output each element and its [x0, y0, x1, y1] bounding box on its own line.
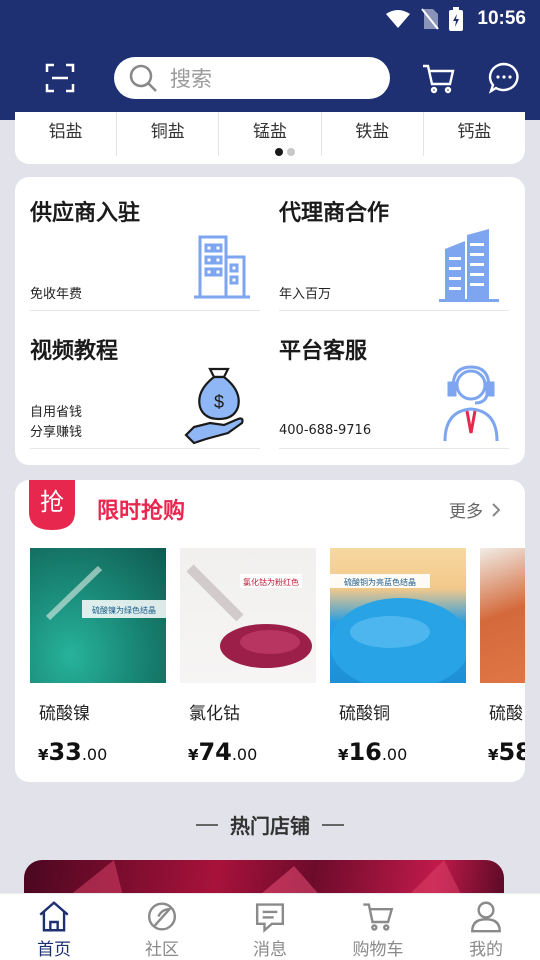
product-image: 硫酸镍为绿色结晶: [30, 548, 166, 683]
no-sim-icon: [421, 8, 440, 30]
tile-title: 平台客服: [279, 339, 368, 364]
bottom-tab-bar: 首页 社区 消息 购物车 我的: [0, 893, 540, 960]
product-name: 氯化钴: [189, 704, 240, 724]
svg-text:$: $: [214, 392, 224, 412]
product-price: ¥58: [488, 738, 525, 766]
tile-title: 视频教程: [30, 339, 119, 364]
tile-title: 供应商入驻: [30, 201, 141, 226]
more-label: 更多: [449, 502, 483, 522]
product-price: ¥16.00: [338, 738, 408, 766]
cart-icon[interactable]: [422, 62, 456, 94]
tab-home[interactable]: 首页: [0, 894, 108, 960]
header: 搜索: [0, 56, 540, 100]
product-name: 硫酸镍: [39, 704, 90, 724]
hot-shops-heading: 热门店铺: [0, 810, 540, 839]
product-price: ¥74.00: [188, 738, 258, 766]
agent-cooperation-tile[interactable]: 代理商合作 年入百万: [279, 177, 509, 311]
category-item[interactable]: 锰盐: [219, 112, 322, 156]
headset-agent-icon: [443, 365, 499, 442]
svg-text:硫酸镍为绿色结晶: 硫酸镍为绿色结晶: [92, 605, 156, 615]
profile-icon: [471, 901, 501, 933]
building-icon: [194, 235, 250, 299]
search-icon: [129, 64, 157, 92]
tab-profile[interactable]: 我的: [432, 894, 540, 960]
home-icon: [39, 901, 69, 932]
tile-subtitle: 年入百万: [279, 287, 332, 302]
message-icon: [255, 903, 285, 933]
product-card[interactable]: 氯化钴为粉红色 氯化钴 ¥74.00: [180, 548, 316, 766]
customer-service-tile[interactable]: 平台客服 400-688-9716: [279, 315, 509, 449]
product-name: 硫酸铜: [339, 704, 390, 724]
tab-label: 社区: [145, 940, 179, 960]
category-item[interactable]: 铜盐: [117, 112, 220, 156]
tile-subtitle: 分享赚钱: [30, 425, 83, 440]
more-link[interactable]: 更多: [449, 497, 501, 522]
tab-label: 我的: [469, 940, 503, 960]
category-item[interactable]: 铁盐: [322, 112, 424, 156]
tab-label: 首页: [37, 940, 71, 960]
hot-shops-title: 热门店铺: [230, 814, 310, 838]
status-time: 10:56: [477, 8, 526, 29]
tab-community[interactable]: 社区: [108, 894, 216, 960]
tile-subtitle: 自用省钱: [30, 405, 83, 420]
page-indicator: [275, 148, 295, 156]
product-card[interactable]: 硫酸铜为亮蓝色结晶 硫酸铜 ¥16.00: [330, 548, 466, 766]
chevron-right-icon: [492, 502, 501, 517]
tab-cart[interactable]: 购物车: [324, 894, 432, 960]
flash-badge-text: 抢: [40, 488, 64, 516]
tab-label: 购物车: [352, 940, 404, 960]
svg-text:氯化钴为粉红色: 氯化钴为粉红色: [243, 577, 299, 587]
category-item[interactable]: 铝盐: [15, 112, 118, 156]
video-tutorial-tile[interactable]: 视频教程 自用省钱 分享赚钱 $: [30, 315, 260, 449]
page-dot-active: [275, 148, 283, 156]
product-image: [480, 548, 525, 683]
product-image: 硫酸铜为亮蓝色结晶: [330, 548, 466, 683]
flash-badge: 抢: [29, 480, 75, 530]
cart-icon: [363, 903, 394, 931]
product-name: 硫酸: [489, 704, 523, 724]
tile-subtitle: 免收年费: [30, 287, 83, 302]
page-dot: [287, 148, 295, 156]
scan-icon[interactable]: [44, 62, 76, 94]
search-placeholder: 搜索: [170, 67, 212, 91]
svg-text:硫酸铜为亮蓝色结晶: 硫酸铜为亮蓝色结晶: [344, 577, 416, 587]
tab-messages[interactable]: 消息: [216, 894, 324, 960]
product-card[interactable]: 硫酸 ¥58: [480, 548, 525, 766]
services-card: 供应商入驻 免收年费 代理商合作 年入百万 视频教程 自用省钱 分享赚钱 $ 平…: [15, 177, 525, 465]
product-card[interactable]: 硫酸镍为绿色结晶 硫酸镍 ¥33.00: [30, 548, 166, 766]
divider: [196, 823, 218, 826]
flash-sale-card: 抢 限时抢购 更多 硫酸镍为绿色结晶 硫酸镍 ¥33.00 氯化钴为粉红色 氯化…: [15, 480, 525, 782]
tile-title: 代理商合作: [279, 201, 390, 226]
divider: [322, 823, 344, 826]
product-price: ¥33.00: [38, 738, 108, 766]
status-bar: 10:56: [385, 6, 526, 32]
money-hand-icon: $: [184, 367, 244, 445]
supplier-join-tile[interactable]: 供应商入驻 免收年费: [30, 177, 260, 311]
tab-label: 消息: [253, 940, 287, 960]
battery-icon: [449, 7, 464, 31]
skyscraper-icon: [439, 229, 499, 302]
search-input[interactable]: 搜索: [114, 57, 390, 99]
category-item[interactable]: 钙盐: [424, 112, 525, 156]
top-bar: 10:56 搜索: [0, 0, 540, 120]
community-icon: [147, 902, 177, 931]
wifi-icon: [386, 10, 411, 28]
flash-sale-title: 限时抢购: [97, 499, 186, 524]
chat-icon[interactable]: [488, 62, 520, 94]
tile-subtitle: 400-688-9716: [279, 423, 372, 438]
category-strip: 铝盐 铜盐 锰盐 铁盐 钙盐: [15, 112, 525, 164]
product-image: 氯化钴为粉红色: [180, 548, 316, 683]
